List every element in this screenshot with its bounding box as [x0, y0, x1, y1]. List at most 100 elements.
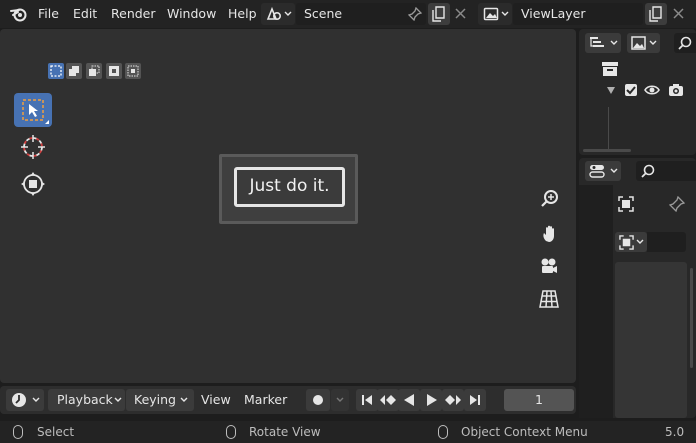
jump-start-button[interactable] [356, 389, 378, 411]
record-icon [313, 395, 323, 405]
scene-browse-button[interactable] [261, 3, 295, 25]
eye-icon[interactable] [644, 84, 660, 96]
auto-keying-toggle[interactable] [306, 389, 330, 411]
auto-keying-options[interactable] [331, 389, 349, 411]
play-button[interactable] [420, 389, 442, 411]
editor-type-button[interactable] [6, 389, 44, 411]
chevron-down-icon [610, 168, 618, 173]
outliner-filter-button[interactable] [627, 33, 660, 53]
prev-keyframe-button[interactable] [377, 389, 399, 411]
exclude-checkbox[interactable] [625, 84, 637, 96]
properties-panel [579, 158, 696, 418]
next-keyframe-button[interactable] [442, 389, 464, 411]
object-bounds-icon [618, 196, 634, 212]
outliner-search-field[interactable] [674, 33, 696, 53]
outliner-icon [590, 37, 604, 47]
jump-start-icon [362, 395, 372, 405]
current-frame-field[interactable]: 1 [504, 389, 574, 411]
properties-icon [589, 165, 605, 178]
display-mode-button[interactable] [585, 33, 621, 53]
new-scene-button[interactable] [428, 3, 450, 25]
chevron-down-icon [501, 11, 509, 16]
select-mode-intersect[interactable] [125, 63, 141, 79]
select-extend-icon [69, 66, 79, 76]
mouse-icon [226, 425, 236, 439]
tool-cursor[interactable] [14, 130, 52, 164]
select-mode-invert[interactable] [106, 63, 122, 79]
chevron-down-icon [649, 40, 657, 45]
tool-select-box[interactable] [14, 93, 52, 127]
jump-end-button[interactable] [464, 389, 486, 411]
jump-end-icon [470, 395, 480, 405]
new-icon [432, 6, 445, 22]
scene-name-field[interactable]: Scene [296, 3, 426, 25]
menu-help[interactable]: Help [228, 0, 257, 28]
3d-viewport[interactable]: Just do it. [0, 29, 576, 383]
tool-move[interactable] [14, 167, 52, 201]
select-mode-subtract[interactable] [86, 63, 102, 79]
select-invert-icon [109, 66, 119, 76]
status-select: Select [37, 425, 75, 439]
top-bar: File Edit Render Window Help Scene ViewL… [0, 0, 696, 28]
status-context-menu: Object Context Menu [461, 425, 588, 439]
object-icon [619, 235, 634, 250]
mouse-icon [438, 425, 448, 439]
version-label: 5.0 [665, 425, 685, 439]
hand-icon[interactable] [540, 224, 560, 244]
camera-icon[interactable] [539, 256, 559, 276]
image-icon [631, 36, 646, 50]
view-layer-name-field[interactable]: ViewLayer [513, 3, 643, 25]
playback-menu[interactable]: Playback [48, 389, 125, 411]
tree-line [608, 107, 609, 151]
menu-render[interactable]: Render [111, 0, 156, 28]
object-name-field[interactable] [647, 232, 686, 252]
move-icon [21, 172, 45, 196]
blender-logo-icon[interactable] [10, 6, 28, 22]
popup-message: Just do it. [249, 176, 330, 196]
play-reverse-button[interactable] [398, 389, 420, 411]
mouse-icon [13, 425, 23, 439]
popup-text-box: Just do it. [234, 167, 345, 207]
keying-menu[interactable]: Keying [126, 389, 194, 411]
play-reverse-icon [404, 394, 414, 406]
expand-arrow-icon[interactable] [607, 87, 615, 94]
pin-icon[interactable] [669, 196, 685, 212]
select-new-icon [50, 65, 62, 77]
new-icon [649, 6, 662, 22]
properties-tab-column [579, 185, 613, 418]
tool-options-indicator [45, 120, 49, 124]
select-box-icon [22, 99, 44, 121]
select-mode-extend[interactable] [66, 63, 82, 79]
collection-icon [602, 62, 618, 76]
status-bar: Select Rotate View Object Context Menu 5… [0, 421, 696, 443]
select-intersect-icon [127, 65, 139, 77]
menu-window[interactable]: Window [167, 0, 216, 28]
pin-icon[interactable] [408, 7, 422, 21]
view-menu[interactable]: View [201, 389, 231, 411]
chevron-down-icon [610, 40, 618, 45]
object-data-browse-button[interactable] [615, 232, 647, 252]
menu-edit[interactable]: Edit [73, 0, 97, 28]
next-keyframe-icon [445, 395, 461, 405]
properties-editor-type-button[interactable] [585, 161, 621, 181]
timeline-header: Playback Keying View Marker 1 [0, 386, 576, 414]
outliner-panel [579, 29, 696, 155]
close-icon[interactable] [455, 8, 466, 19]
close-icon[interactable] [673, 8, 684, 19]
status-rotate-view: Rotate View [249, 425, 321, 439]
menu-file[interactable]: File [38, 0, 59, 28]
select-mode-new[interactable] [48, 63, 64, 79]
view-layer-name: ViewLayer [521, 6, 586, 21]
view-layer-browse-button[interactable] [478, 3, 512, 25]
zoom-icon[interactable] [540, 189, 560, 209]
chevron-down-icon [32, 397, 40, 402]
properties-search-field[interactable] [636, 161, 696, 181]
vertical-scrollbar[interactable] [690, 268, 693, 368]
marker-menu[interactable]: Marker [244, 389, 287, 411]
checkmark-icon [626, 86, 636, 95]
select-subtract-icon [89, 65, 100, 76]
render-camera-icon[interactable] [668, 83, 684, 97]
grid-icon[interactable] [539, 290, 559, 308]
horizontal-scrollbar[interactable] [583, 149, 631, 152]
new-view-layer-button[interactable] [645, 3, 667, 25]
